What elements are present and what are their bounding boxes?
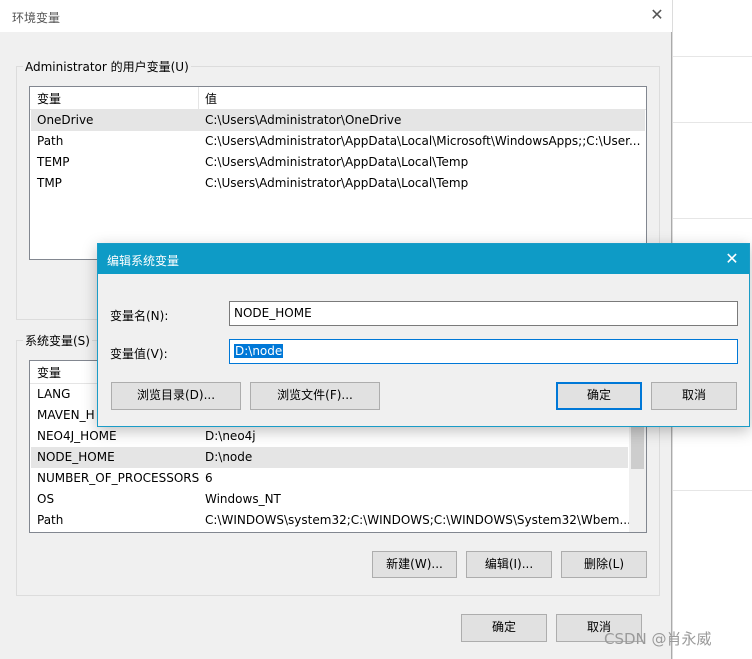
list-item[interactable]: Path C:\Users\Administrator\AppData\Loca… bbox=[31, 131, 645, 152]
edit-system-variable-dialog: 编辑系统变量 ✕ 变量名(N): NODE_HOME 变量值(V): D:\no… bbox=[97, 243, 750, 427]
row-name: OS bbox=[37, 492, 55, 506]
user-variables-list[interactable]: 变量 值 OneDrive C:\Users\Administrator\One… bbox=[29, 86, 647, 260]
row-value: C:\Users\Administrator\OneDrive bbox=[205, 113, 402, 127]
edit-cancel-button[interactable]: 取消 bbox=[651, 382, 737, 410]
browse-directory-button[interactable]: 浏览目录(D)... bbox=[111, 382, 241, 410]
variable-name-input[interactable]: NODE_HOME bbox=[229, 301, 738, 326]
new-button[interactable]: 新建(W)... bbox=[372, 551, 457, 578]
list-item[interactable]: Path C:\WINDOWS\system32;C:\WINDOWS;C:\W… bbox=[31, 510, 645, 531]
env-dialog-title: 环境变量 bbox=[12, 11, 61, 25]
column-header-variable[interactable]: 变量 bbox=[37, 90, 61, 107]
row-name: NUMBER_OF_PROCESSORS bbox=[37, 471, 200, 485]
row-name: Path bbox=[37, 513, 64, 527]
edit-ok-button[interactable]: 确定 bbox=[556, 382, 642, 410]
list-item[interactable]: TMP C:\Users\Administrator\AppData\Local… bbox=[31, 173, 645, 194]
row-name: LANG bbox=[37, 387, 71, 401]
env-titlebar: 环境变量 ✕ bbox=[0, 0, 672, 32]
variable-value-input[interactable]: D:\node bbox=[229, 339, 738, 364]
column-header-value[interactable]: 值 bbox=[205, 90, 217, 107]
list-item[interactable]: TEMP C:\Users\Administrator\AppData\Loca… bbox=[31, 152, 645, 173]
env-ok-button[interactable]: 确定 bbox=[461, 614, 547, 642]
row-value: D:\neo4j bbox=[205, 429, 256, 443]
row-name: TMP bbox=[37, 176, 62, 190]
list-item[interactable]: OS Windows_NT bbox=[31, 489, 645, 510]
browse-file-button[interactable]: 浏览文件(F)... bbox=[250, 382, 380, 410]
row-value: C:\Users\Administrator\AppData\Local\Tem… bbox=[205, 176, 469, 190]
row-name: MAVEN_H bbox=[37, 408, 95, 422]
row-value: C:\WINDOWS\system32;C:\WINDOWS;C:\WINDOW… bbox=[205, 513, 631, 527]
scroll-thumb[interactable] bbox=[631, 427, 644, 469]
row-value: C:\Users\Administrator\AppData\Local\Mic… bbox=[205, 134, 641, 148]
delete-button[interactable]: 删除(L) bbox=[561, 551, 647, 578]
row-name: TEMP bbox=[37, 155, 70, 169]
row-name: NEO4J_HOME bbox=[37, 429, 117, 443]
close-icon[interactable]: ✕ bbox=[721, 248, 743, 270]
edit-titlebar: 编辑系统变量 ✕ bbox=[98, 244, 749, 274]
variable-name-label: 变量名(N): bbox=[110, 309, 169, 323]
variable-value-label: 变量值(V): bbox=[110, 347, 168, 361]
row-name: OneDrive bbox=[37, 113, 94, 127]
row-value: Windows_NT bbox=[205, 492, 281, 506]
column-header-variable[interactable]: 变量 bbox=[37, 364, 61, 381]
list-item[interactable]: NODE_HOME D:\node bbox=[31, 447, 628, 468]
edit-button[interactable]: 编辑(I)... bbox=[466, 551, 552, 578]
variable-name-text: NODE_HOME bbox=[234, 306, 312, 320]
watermark: CSDN @肖永威 bbox=[604, 630, 712, 648]
variable-value-text: D:\node bbox=[234, 344, 284, 358]
row-value: D:\node bbox=[205, 450, 253, 464]
user-variables-label: Administrator 的用户变量(U) bbox=[23, 58, 191, 75]
list-item[interactable]: NEO4J_HOME D:\neo4j bbox=[31, 426, 645, 447]
row-name: NODE_HOME bbox=[37, 450, 115, 464]
close-icon[interactable]: ✕ bbox=[646, 4, 668, 26]
row-value: 6 bbox=[205, 471, 213, 485]
edit-dialog-title: 编辑系统变量 bbox=[107, 254, 180, 268]
list-item[interactable]: OneDrive C:\Users\Administrator\OneDrive bbox=[31, 110, 645, 131]
list-header: 变量 值 bbox=[30, 87, 646, 110]
list-item[interactable]: NUMBER_OF_PROCESSORS 6 bbox=[31, 468, 645, 489]
system-variables-label: 系统变量(S) bbox=[23, 332, 92, 349]
row-value: C:\Users\Administrator\AppData\Local\Tem… bbox=[205, 155, 469, 169]
row-name: Path bbox=[37, 134, 64, 148]
